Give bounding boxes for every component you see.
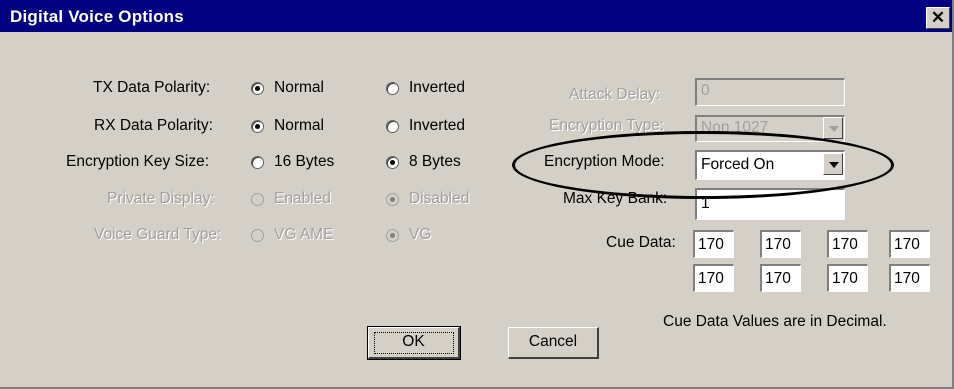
cue-data-label: Cue Data: [606,234,676,251]
cue-data-note: Cue Data Values are in Decimal. [663,313,887,330]
cue-data-field[interactable]: 170 [693,264,734,292]
cue-data-field[interactable]: 170 [827,230,868,258]
tx-polarity-label: TX Data Polarity: [93,79,211,96]
rx-polarity-label: RX Data Polarity: [94,117,213,134]
vg-label: VG [409,226,432,243]
vg-radio [386,229,399,242]
vg-ame-radio [251,229,264,242]
max-key-bank-field[interactable]: 1 [695,188,845,220]
chevron-down-icon[interactable] [823,153,843,175]
max-key-bank-label: Max Key Bank: [563,190,668,207]
cue-data-field[interactable]: 170 [827,264,868,292]
window-title: Digital Voice Options [10,7,184,26]
vg-ame-label: VG AME [274,226,334,243]
tx-inverted-radio[interactable] [386,82,399,95]
digital-voice-options-dialog: Digital Voice Options ✕ TX Data Polarity… [0,0,954,389]
voice-guard-label: Voice Guard Type: [94,226,222,243]
private-disabled-label: Disabled [409,190,470,207]
rx-inverted-label[interactable]: Inverted [409,117,465,135]
cue-data-field[interactable]: 170 [693,230,734,258]
encryption-type-value: Non 1027 [701,119,769,136]
rx-inverted-radio[interactable] [386,120,399,133]
cancel-button-label: Cancel [528,333,578,350]
key-8-radio[interactable] [386,156,399,169]
focus-rectangle [374,332,454,354]
encryption-type-label: Encryption Type: [549,117,665,134]
title-bar[interactable]: Digital Voice Options ✕ [0,0,952,32]
rx-normal-radio[interactable] [251,120,264,133]
key-8-label[interactable]: 8 Bytes [409,153,461,171]
close-icon[interactable]: ✕ [926,7,950,29]
key-size-label: Encryption Key Size: [66,153,210,170]
attack-delay-label: Attack Delay: [569,86,661,103]
cue-data-field[interactable]: 170 [760,264,801,292]
attack-delay-field: 0 [695,78,845,106]
key-16-label[interactable]: 16 Bytes [274,153,334,171]
cue-data-field[interactable]: 170 [889,230,930,258]
encryption-mode-label: Encryption Mode: [544,153,665,170]
tx-inverted-label[interactable]: Inverted [409,79,465,97]
rx-normal-label[interactable]: Normal [274,117,324,135]
cancel-button[interactable]: Cancel [508,327,599,359]
chevron-down-icon [823,117,843,139]
cue-data-field[interactable]: 170 [889,264,930,292]
private-display-label: Private Display: [107,190,215,207]
tx-normal-radio[interactable] [251,82,264,95]
encryption-mode-value: Forced On [701,156,775,173]
cue-data-field[interactable]: 170 [760,230,801,258]
tx-normal-label[interactable]: Normal [274,79,324,97]
private-disabled-radio [386,193,399,206]
private-enabled-label: Enabled [274,190,331,207]
key-16-radio[interactable] [251,156,264,169]
private-enabled-radio [251,193,264,206]
